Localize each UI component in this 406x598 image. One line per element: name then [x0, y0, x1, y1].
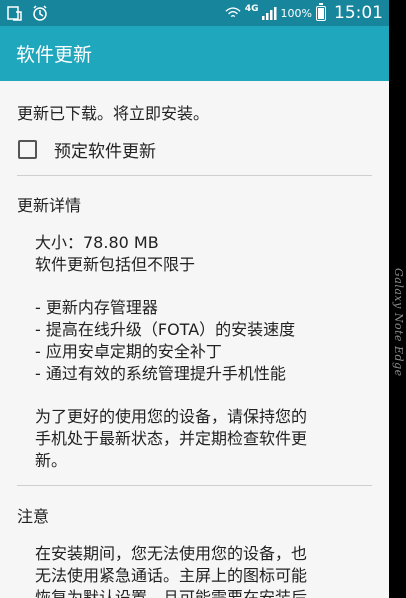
battery-percent: 100%: [280, 6, 312, 20]
list-item: - 通过有效的系统管理提升手机性能: [35, 364, 286, 383]
note-text-line: 恢复为默认设置，且可能需要在安装后: [35, 588, 308, 598]
advice-text-line: 为了更好的使用您的设备，请保持您的: [35, 407, 308, 426]
network-type: 4G: [244, 4, 259, 14]
main-content[interactable]: 更新已下载。将立即安装。 预定软件更新 更新详情 大小：78.80 MB 软件更…: [0, 100, 389, 598]
schedule-update-option[interactable]: 预定软件更新: [17, 136, 372, 162]
signal-strength-icon: [261, 5, 277, 21]
list-item: - 更新内存管理器: [35, 298, 158, 317]
divider: [17, 485, 372, 486]
device-model-label: Galaxy Note Edge: [392, 268, 405, 377]
list-item: - 应用安卓定期的安全补丁: [35, 342, 222, 361]
note-heading: 注意: [17, 507, 50, 526]
schedule-update-label[interactable]: 预定软件更新: [54, 137, 156, 162]
advice-text-line: 手机处于最新状态，并定期检查软件更: [35, 429, 308, 448]
note-text-line: 在安装期间，您无法使用您的设备，也: [35, 544, 308, 563]
battery-icon: [316, 2, 326, 21]
note-text-line: 无法使用紧急通话。主屏上的图标可能: [35, 566, 308, 585]
download-status-text: 更新已下载。将立即安装。: [17, 104, 210, 123]
status-time: 15:01: [334, 3, 383, 23]
wifi-icon: [225, 5, 241, 21]
phone-screen: 4G 100% 15:01 软件更新 更新已下载。将立即安装。 预定软件更新 更…: [0, 0, 389, 598]
update-size: 大小：78.80 MB: [35, 233, 159, 252]
app-bar: 软件更新: [0, 26, 389, 81]
schedule-update-checkbox[interactable]: [18, 139, 37, 159]
note-body: 在安装期间，您无法使用您的设备，也 无法使用紧急通话。主屏上的图标可能 恢复为默…: [35, 543, 372, 598]
advice-text-line: 新。: [35, 451, 68, 470]
alarm-clock-icon[interactable]: [32, 5, 48, 21]
update-details-heading: 更新详情: [17, 196, 82, 215]
update-includes-text: 软件更新包括但不限于: [35, 255, 196, 274]
list-item: - 提高在线升级（FOTA）的安装速度: [35, 320, 296, 339]
page-title: 软件更新: [16, 44, 93, 66]
divider: [17, 175, 372, 176]
update-details-body: 大小：78.80 MB 软件更新包括但不限于 - 更新内存管理器 - 提高在线升…: [35, 232, 372, 472]
status-bar: 4G 100% 15:01: [0, 0, 389, 26]
download-notification-icon[interactable]: [6, 5, 22, 21]
